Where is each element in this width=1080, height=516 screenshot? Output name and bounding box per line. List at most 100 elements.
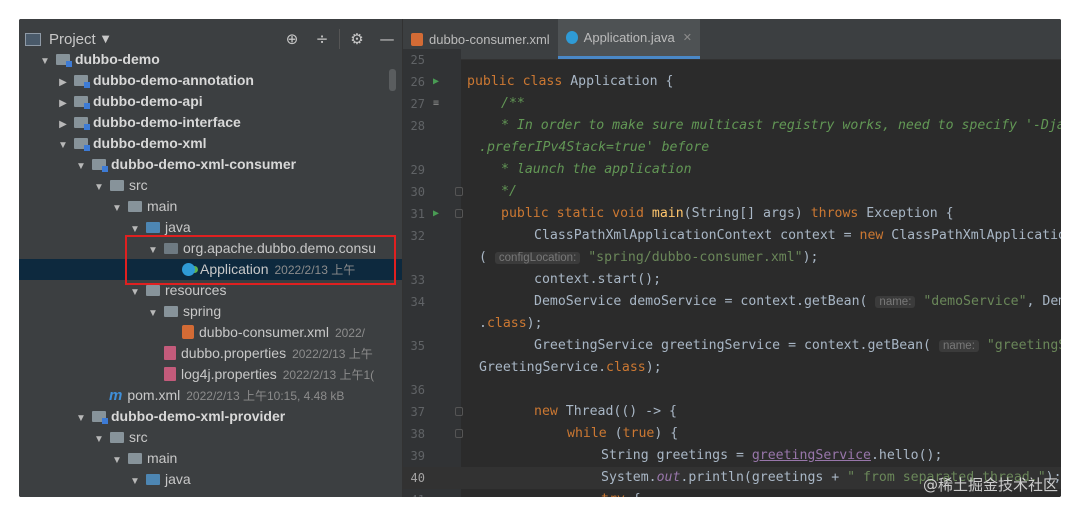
tree-item[interactable]: m pom.xml 2022/2/13 上午10:15, 4.48 kB <box>19 385 402 406</box>
tree-item-label: dubbo-demo <box>75 51 160 67</box>
code-line: 28 * In order to make sure multicast reg… <box>403 115 1061 137</box>
code-token: ) { <box>654 426 679 441</box>
line-number: 38 <box>410 427 425 441</box>
tree-item-label: dubbo-demo-annotation <box>93 72 254 88</box>
code-token: Exception { <box>858 206 954 221</box>
chevron-down-icon[interactable]: ▼ <box>111 198 123 219</box>
run-icon[interactable]: ▶ <box>433 71 439 93</box>
chevron-down-icon[interactable]: ▼ <box>147 303 159 324</box>
line-number: 37 <box>410 405 425 419</box>
code-line: 32 ClassPathXmlApplicationContext contex… <box>403 225 1061 247</box>
chevron-right-icon[interactable]: ▶ <box>57 72 69 93</box>
tree-item[interactable]: ▼ main <box>19 448 402 469</box>
chevron-down-icon[interactable]: ▼ <box>39 51 51 72</box>
code-token: (String[] args) <box>683 206 811 221</box>
code-token: "greetingService" <box>986 338 1061 353</box>
code-line: 34 DemoService demoService = context.get… <box>403 291 1061 313</box>
chevron-down-icon[interactable]: ▼ <box>111 450 123 471</box>
chevron-down-icon[interactable]: ▼ <box>93 177 105 198</box>
hide-panel-icon[interactable]: — <box>372 30 402 48</box>
fold-icon[interactable] <box>455 187 463 196</box>
chevron-down-icon[interactable]: ▼ <box>75 156 87 177</box>
chevron-down-icon[interactable]: ▼ <box>57 135 69 156</box>
chevron-down-icon[interactable]: ▼ <box>93 429 105 450</box>
tree-item[interactable]: ▼ main <box>19 196 402 217</box>
code-token: , DemoService <box>1026 294 1061 309</box>
chevron-right-icon[interactable]: ▶ <box>57 114 69 135</box>
code-line: 30 */ <box>403 181 1061 203</box>
tree-item[interactable]: ▼ dubbo-demo-xml-provider <box>19 406 402 427</box>
module-folder-icon <box>74 137 90 151</box>
project-panel-title[interactable]: Project <box>49 31 96 48</box>
collapse-all-icon[interactable]: ÷ <box>307 30 337 48</box>
code-token: main <box>651 206 684 221</box>
module-folder-icon <box>74 74 90 88</box>
tree-item[interactable]: ▼ dubbo-demo <box>19 49 402 70</box>
module-folder-icon <box>92 410 108 424</box>
tree-item[interactable]: ▼ spring <box>19 301 402 322</box>
chevron-down-icon[interactable]: ▼ <box>129 471 141 492</box>
line-number: 26 <box>410 75 425 89</box>
line-number: 27 <box>410 97 425 111</box>
code-token: throws <box>810 206 859 221</box>
chevron-right-icon[interactable]: ▶ <box>57 93 69 114</box>
doc-toggle-icon[interactable]: ≡ <box>433 93 439 115</box>
code-token: * launch the application <box>501 162 692 177</box>
tree-item[interactable]: ▼ java <box>19 469 402 490</box>
code-token: GreetingService. <box>479 360 607 375</box>
chevron-down-icon[interactable]: ▼ <box>129 282 141 303</box>
code-line: 31 ▶ public static void main(String[] arg… <box>403 203 1061 225</box>
code-token: Thread(() -> { <box>557 404 677 419</box>
code-line: 25 <box>403 49 1061 71</box>
tree-scrollbar[interactable] <box>389 69 396 91</box>
file-meta: 2022/2/13 上午1( <box>282 368 375 382</box>
tree-item[interactable]: ▶ dubbo-demo-interface <box>19 112 402 133</box>
chevron-down-icon[interactable]: ▼ <box>102 34 110 45</box>
code-line: 37 new Thread(() -> { <box>403 401 1061 423</box>
close-icon[interactable]: ✕ <box>683 31 692 44</box>
tree-item[interactable]: log4j.properties 2022/2/13 上午1( <box>19 364 402 385</box>
tree-item-label: src <box>129 177 148 193</box>
tree-item-label: log4j.properties <box>181 366 277 382</box>
line-number: 40 <box>410 471 425 485</box>
code-token: greetingService <box>751 448 871 463</box>
module-folder-icon <box>74 116 90 130</box>
tree-item-label: java <box>165 219 191 235</box>
tree-item-label: dubbo.properties <box>181 345 287 361</box>
fold-icon[interactable] <box>455 209 463 218</box>
tree-item-label: dubbo-demo-xml-consumer <box>111 156 297 172</box>
tree-item[interactable]: ▼ dubbo-demo-xml <box>19 133 402 154</box>
code-area[interactable]: 25 26 ▶ public class Application { 27 ≡ /*… <box>403 49 1061 497</box>
highlight-box <box>125 235 396 285</box>
chevron-down-icon[interactable]: ▼ <box>75 408 87 429</box>
code-token: public static void <box>501 206 644 221</box>
code-line: 35 GreetingService greetingService = con… <box>403 335 1061 357</box>
code-token: * In order to make sure multicast regist… <box>501 118 1061 133</box>
tree-item[interactable]: ▼ dubbo-demo-xml-consumer <box>19 154 402 175</box>
tree-item[interactable]: dubbo-consumer.xml 2022/ <box>19 322 402 343</box>
line-number: 39 <box>410 449 425 463</box>
tab-label: Application.java <box>583 30 675 45</box>
line-number: 31 <box>410 207 425 221</box>
tree-item[interactable]: ▶ dubbo-demo-annotation <box>19 70 402 91</box>
locate-file-icon[interactable]: ⊕ <box>277 30 307 48</box>
fold-icon[interactable] <box>455 407 463 416</box>
code-line: 29 * launch the application <box>403 159 1061 181</box>
tree-item[interactable]: dubbo.properties 2022/2/13 上午 <box>19 343 402 364</box>
code-token: while <box>567 426 607 441</box>
code-token: ); <box>526 316 543 331</box>
run-icon[interactable]: ▶ <box>433 203 439 225</box>
code-line: 26 ▶ public class Application { <box>403 71 1061 93</box>
code-token: "spring/dubbo-consumer.xml" <box>580 250 803 265</box>
fold-icon[interactable] <box>455 429 463 438</box>
tree-item[interactable]: ▶ dubbo-demo-api <box>19 91 402 112</box>
parameter-hint: name: <box>938 340 979 352</box>
source-folder-icon <box>146 473 160 485</box>
code-token: context.start(); <box>534 272 662 287</box>
folder-icon <box>110 179 124 191</box>
gear-icon[interactable]: ⚙ <box>342 30 372 48</box>
code-line: .preferIPv4Stack=true' before <box>403 137 1061 159</box>
tree-item[interactable]: ▼ src <box>19 427 402 448</box>
tree-item[interactable]: ▼ src <box>19 175 402 196</box>
code-token: String greetings = <box>601 448 752 463</box>
